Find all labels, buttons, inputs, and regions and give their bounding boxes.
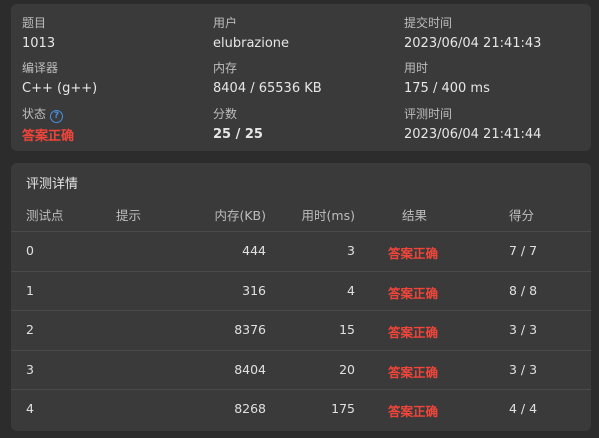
memory-label: 内存 <box>213 61 238 75</box>
table-row: 4 8268 175 答案正确 4 / 4 <box>11 389 591 429</box>
row-time: 15 <box>339 322 355 337</box>
problem-label: 题目 <box>22 16 47 30</box>
details-table-body: 0 444 3 答案正确 7 / 7 1 316 4 答案正确 8 / 8 2 8376 15 答案正确 3… <box>11 231 591 429</box>
compiler-value: C++ (g++) <box>22 81 98 96</box>
problem-field: 题目 1013 <box>22 16 55 52</box>
col-hint: 提示 <box>116 208 142 223</box>
row-memory: 444 <box>242 243 266 258</box>
table-row: 0 444 3 答案正确 7 / 7 <box>11 231 591 271</box>
user-field: 用户 elubrazione <box>213 16 289 52</box>
judge-details-card: 评测详情 测试点 提示 内存(KB) 用时(ms) 结果 得分 0 444 3 答案正… <box>11 163 591 431</box>
memory-field: 内存 8404 / 65536 KB <box>213 61 322 97</box>
details-title: 评测详情 <box>26 177 79 192</box>
row-time: 175 <box>331 401 355 416</box>
row-memory: 8404 <box>234 361 266 377</box>
row-time: 3 <box>347 243 355 258</box>
table-row: 2 8376 15 答案正确 3 / 3 <box>11 310 591 350</box>
table-row: 1 316 4 答案正确 8 / 8 <box>11 270 591 311</box>
row-time: 20 <box>339 361 355 377</box>
row-case: 0 <box>26 243 34 258</box>
table-row: 3 8404 20 答案正确 3 / 3 <box>11 349 591 390</box>
time-label: 用时 <box>404 61 429 75</box>
submission-summary-card: 题目 1013 用户 elubrazione 提交时间 2023/06/04 2… <box>11 4 591 151</box>
row-score: 3 / 3 <box>509 361 538 377</box>
judge-time-field: 评测时间 2023/06/04 21:41:44 <box>404 107 541 143</box>
row-score: 7 / 7 <box>509 243 538 258</box>
row-result: 答案正确 <box>388 364 439 380</box>
problem-value[interactable]: 1013 <box>22 36 55 52</box>
row-time: 4 <box>347 282 355 298</box>
status-label: 状态 <box>22 107 47 121</box>
row-case: 3 <box>26 361 34 377</box>
user-value[interactable]: elubrazione <box>213 36 289 52</box>
row-result: 答案正确 <box>388 246 439 261</box>
submit-time-field: 提交时间 2023/06/04 21:41:43 <box>404 16 541 52</box>
row-result: 答案正确 <box>388 325 439 340</box>
row-score: 8 / 8 <box>509 282 538 298</box>
row-case: 4 <box>26 401 34 416</box>
submit-time-value: 2023/06/04 21:41:43 <box>404 36 542 51</box>
row-score: 3 / 3 <box>509 322 538 337</box>
details-table-header: 测试点 提示 内存(KB) 用时(ms) 结果 得分 <box>11 195 591 231</box>
row-result: 答案正确 <box>388 404 439 419</box>
row-case: 2 <box>26 322 34 337</box>
memory-value: 8404 / 65536 KB <box>213 81 322 96</box>
judge-time-label: 评测时间 <box>404 107 453 121</box>
status-field: 状态? 答案正确 <box>22 107 74 145</box>
row-case: 1 <box>26 282 34 298</box>
score-value: 25 / 25 <box>213 127 263 142</box>
time-field: 用时 175 / 400 ms <box>404 61 490 97</box>
row-memory: 316 <box>242 282 266 298</box>
col-memory: 内存(KB) <box>214 208 266 223</box>
compiler-label: 编译器 <box>22 61 59 75</box>
row-memory: 8268 <box>234 401 266 416</box>
row-memory: 8376 <box>234 322 266 337</box>
compiler-field: 编译器 C++ (g++) <box>22 61 97 97</box>
col-result: 结果 <box>402 208 428 223</box>
col-score: 得分 <box>509 208 535 223</box>
row-result: 答案正确 <box>388 285 439 301</box>
status-value: 答案正确 <box>22 129 75 144</box>
col-time: 用时(ms) <box>301 208 355 223</box>
score-label: 分数 <box>213 107 238 121</box>
judge-time-value: 2023/06/04 21:41:44 <box>404 127 542 142</box>
row-score: 4 / 4 <box>509 401 538 416</box>
col-case: 测试点 <box>26 208 64 223</box>
user-label: 用户 <box>213 16 238 30</box>
time-value: 175 / 400 ms <box>404 81 490 96</box>
score-field: 分数 25 / 25 <box>213 107 263 143</box>
question-circle-icon[interactable]: ? <box>50 110 64 123</box>
submit-time-label: 提交时间 <box>404 16 453 30</box>
